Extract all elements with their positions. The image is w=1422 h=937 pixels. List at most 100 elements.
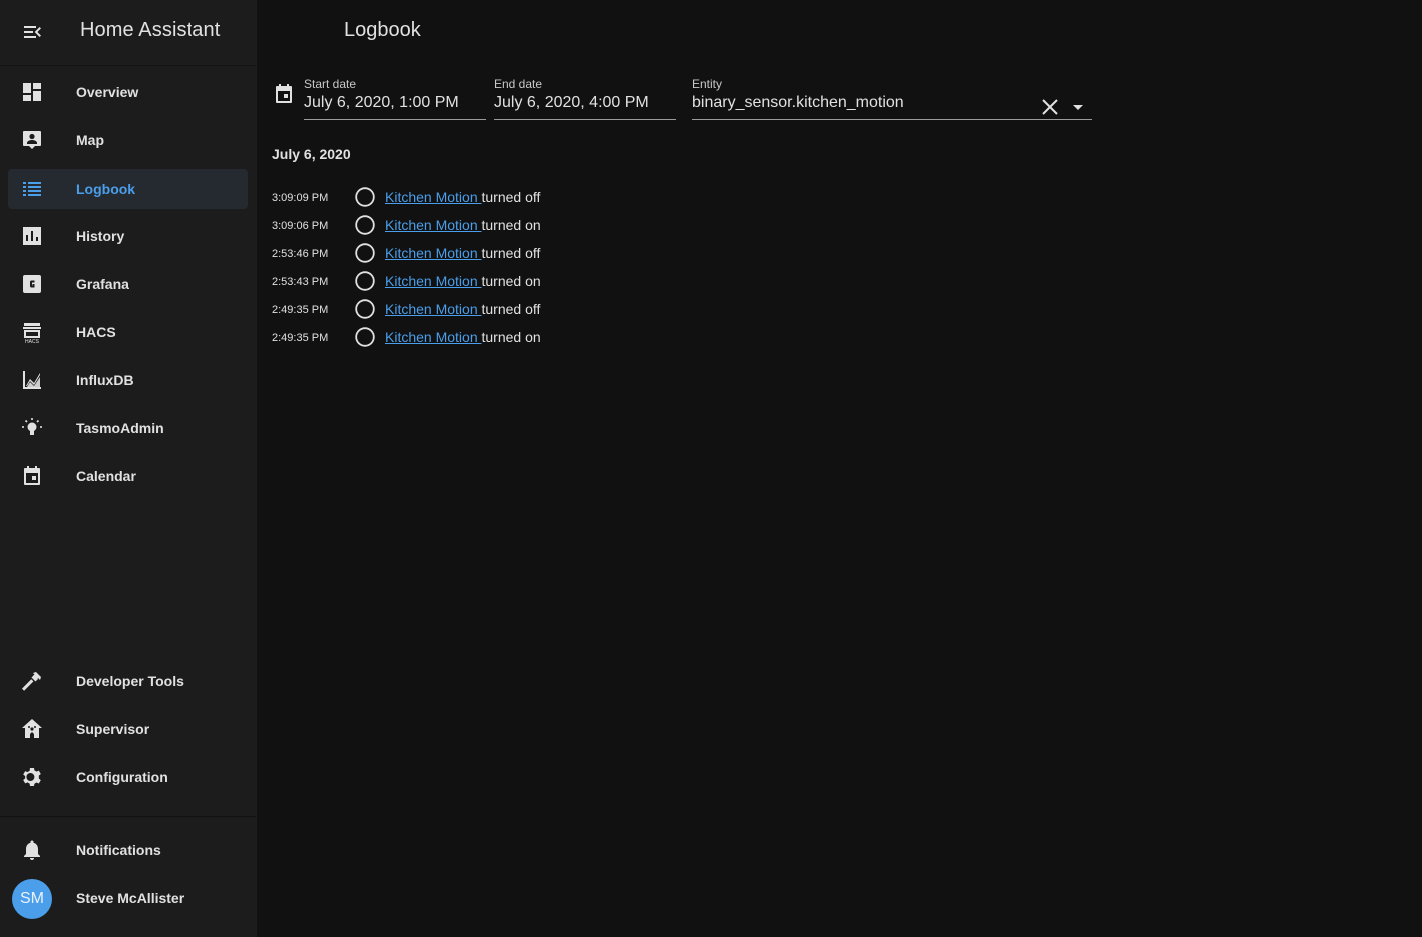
sidebar-item-label: Logbook bbox=[76, 181, 136, 197]
log-time: 3:09:06 PM bbox=[272, 220, 329, 232]
home-assistant-icon bbox=[20, 717, 44, 741]
user-name: Steve McAllister bbox=[76, 890, 185, 906]
log-action: turned on bbox=[481, 217, 541, 233]
log-message: Kitchen Motion turned off bbox=[385, 301, 540, 317]
sidebar-item-hacs[interactable]: HACS HACS bbox=[8, 312, 248, 352]
log-message: Kitchen Motion turned off bbox=[385, 245, 540, 261]
radio-off-icon bbox=[354, 270, 376, 292]
entity-link[interactable]: Kitchen Motion bbox=[385, 273, 482, 289]
sidebar-item-label: Map bbox=[76, 132, 104, 148]
sidebar-item-influxdb[interactable]: InfluxDB bbox=[8, 360, 248, 400]
log-entry: 3:09:09 PM Kitchen Motion turned off bbox=[272, 186, 672, 214]
hacs-store-icon: HACS bbox=[20, 320, 44, 345]
log-message: Kitchen Motion turned off bbox=[385, 189, 540, 205]
log-entry: 2:53:43 PM Kitchen Motion turned on bbox=[272, 270, 672, 298]
sidebar-item-label: InfluxDB bbox=[76, 372, 134, 388]
clear-icon[interactable] bbox=[1040, 97, 1060, 117]
start-date-label: Start date bbox=[304, 77, 357, 91]
sidebar-item-label: Grafana bbox=[76, 276, 129, 292]
log-entry: 2:49:35 PM Kitchen Motion turned on bbox=[272, 326, 672, 354]
sidebar-item-label: TasmoAdmin bbox=[76, 420, 164, 436]
app-root: Home Assistant Overview Map Logbook Hist… bbox=[0, 0, 1422, 937]
sidebar-item-history[interactable]: History bbox=[8, 216, 248, 256]
date-heading: July 6, 2020 bbox=[272, 146, 351, 162]
main-header: Logbook bbox=[257, 0, 1422, 65]
grafana-icon bbox=[20, 272, 44, 296]
notifications-label: Notifications bbox=[76, 842, 161, 858]
dropdown-arrow-icon[interactable] bbox=[1070, 99, 1086, 115]
sidebar-item-profile[interactable]: Steve McAllister bbox=[8, 878, 248, 918]
sidebar-item-supervisor[interactable]: Supervisor bbox=[8, 709, 248, 749]
entity-link[interactable]: Kitchen Motion bbox=[385, 217, 482, 233]
app-title: Home Assistant bbox=[80, 19, 221, 41]
menu-collapse-icon[interactable] bbox=[20, 20, 44, 44]
end-date-value: July 6, 2020, 4:00 PM bbox=[494, 94, 649, 111]
entity-value: binary_sensor.kitchen_motion bbox=[692, 94, 904, 111]
sidebar-item-label: Calendar bbox=[76, 468, 136, 484]
sidebar-item-tasmoadmin[interactable]: TasmoAdmin bbox=[8, 408, 248, 448]
radio-off-icon bbox=[354, 298, 376, 320]
log-action: turned on bbox=[481, 329, 541, 345]
entity-link[interactable]: Kitchen Motion bbox=[385, 301, 482, 317]
sidebar-divider bbox=[0, 816, 256, 817]
sidebar-item-logbook[interactable]: Logbook bbox=[8, 169, 248, 209]
start-date-field[interactable]: Start date July 6, 2020, 1:00 PM bbox=[304, 75, 486, 120]
sidebar-item-grafana[interactable]: Grafana bbox=[8, 264, 248, 304]
log-entry: 2:53:46 PM Kitchen Motion turned off bbox=[272, 242, 672, 270]
entity-link[interactable]: Kitchen Motion bbox=[385, 329, 482, 345]
calendar-icon bbox=[20, 464, 44, 488]
start-date-value: July 6, 2020, 1:00 PM bbox=[304, 94, 459, 111]
log-entry: 2:49:35 PM Kitchen Motion turned off bbox=[272, 298, 672, 326]
log-action: turned off bbox=[481, 189, 541, 205]
sidebar-item-label: Developer Tools bbox=[76, 673, 184, 689]
log-action: turned off bbox=[481, 245, 541, 261]
lightbulb-on-icon bbox=[20, 416, 44, 440]
entity-link[interactable]: Kitchen Motion bbox=[385, 189, 482, 205]
sidebar-item-map[interactable]: Map bbox=[8, 120, 248, 160]
log-time: 3:09:09 PM bbox=[272, 192, 329, 204]
svg-text:HACS: HACS bbox=[25, 339, 40, 344]
entity-link[interactable]: Kitchen Motion bbox=[385, 245, 482, 261]
sidebar-item-calendar[interactable]: Calendar bbox=[8, 456, 248, 496]
chart-areaspline-icon bbox=[20, 368, 44, 392]
sidebar-item-label: HACS bbox=[76, 324, 116, 340]
sidebar-item-label: History bbox=[76, 228, 125, 244]
sidebar: Home Assistant Overview Map Logbook Hist… bbox=[0, 0, 257, 937]
log-entry: 3:09:06 PM Kitchen Motion turned on bbox=[272, 214, 672, 242]
log-time: 2:53:43 PM bbox=[272, 276, 329, 288]
radio-off-icon bbox=[354, 186, 376, 208]
cog-icon bbox=[20, 765, 44, 789]
sidebar-item-configuration[interactable]: Configuration bbox=[8, 757, 248, 797]
sidebar-item-label: Overview bbox=[76, 84, 139, 100]
sidebar-item-label: Configuration bbox=[76, 769, 168, 785]
log-time: 2:53:46 PM bbox=[272, 248, 329, 260]
log-action: turned off bbox=[481, 301, 541, 317]
hammer-icon bbox=[20, 669, 44, 693]
map-account-icon bbox=[20, 128, 44, 152]
end-date-label: End date bbox=[494, 77, 543, 91]
log-action: turned on bbox=[481, 273, 541, 289]
radio-off-icon bbox=[354, 242, 376, 264]
radio-off-icon bbox=[354, 214, 376, 236]
page-title: Logbook bbox=[344, 19, 421, 41]
entity-label: Entity bbox=[692, 77, 723, 91]
bell-icon bbox=[20, 838, 44, 862]
log-message: Kitchen Motion turned on bbox=[385, 273, 541, 289]
sidebar-item-developer-tools[interactable]: Developer Tools bbox=[8, 661, 248, 701]
log-time: 2:49:35 PM bbox=[272, 304, 329, 316]
format-list-bulleted-icon bbox=[20, 177, 44, 201]
dashboard-icon bbox=[20, 80, 44, 104]
logbook-panel: Start date July 6, 2020, 1:00 PM End dat… bbox=[257, 65, 1422, 937]
log-message: Kitchen Motion turned on bbox=[385, 217, 541, 233]
chart-box-icon bbox=[20, 224, 44, 248]
log-message: Kitchen Motion turned on bbox=[385, 329, 541, 345]
entity-picker[interactable]: Entity binary_sensor.kitchen_motion bbox=[692, 75, 1092, 120]
log-time: 2:49:35 PM bbox=[272, 332, 329, 344]
sidebar-item-label: Supervisor bbox=[76, 721, 150, 737]
sidebar-item-overview[interactable]: Overview bbox=[8, 72, 248, 112]
calendar-icon[interactable] bbox=[272, 82, 296, 106]
sidebar-header: Home Assistant bbox=[0, 0, 256, 66]
end-date-field[interactable]: End date July 6, 2020, 4:00 PM bbox=[494, 75, 676, 120]
radio-off-icon bbox=[354, 326, 376, 348]
sidebar-item-notifications[interactable]: Notifications bbox=[8, 830, 248, 870]
